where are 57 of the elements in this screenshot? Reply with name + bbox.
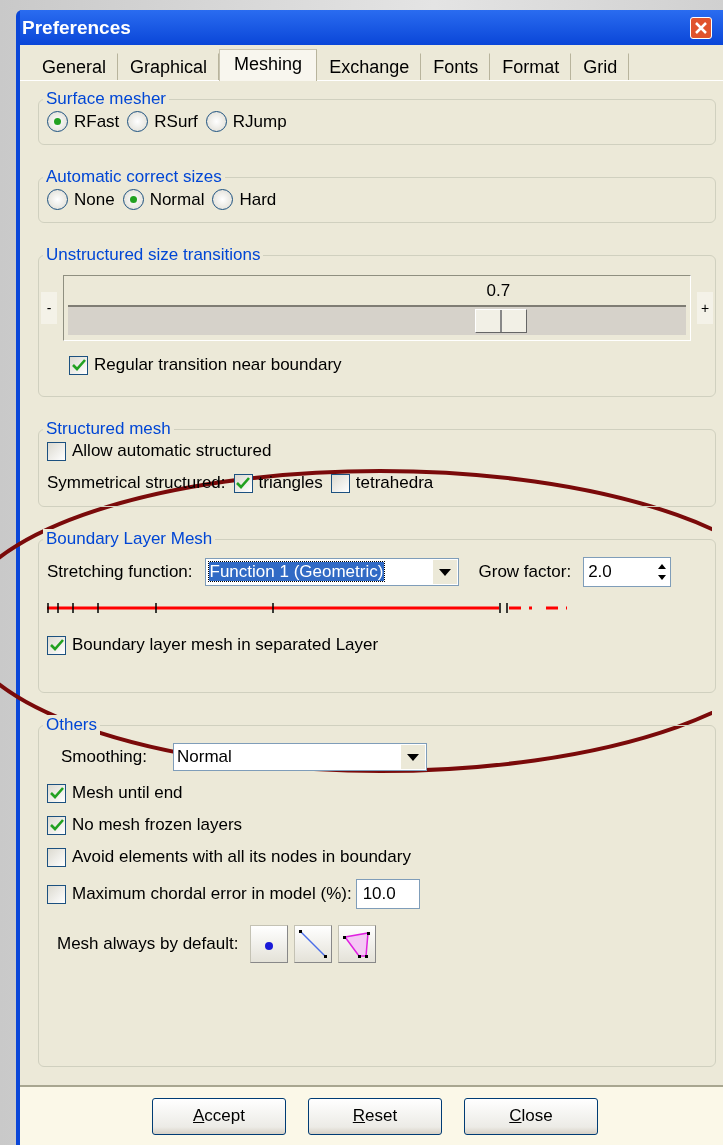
field-label: Mesh always by default: [57,934,239,954]
checkbox[interactable] [233,473,253,493]
radio-button[interactable] [122,189,144,210]
window-title: Preferences [22,16,131,39]
checkbox[interactable] [47,815,66,835]
field-label: Grow factor: [478,562,572,582]
increase-button[interactable]: + [697,292,713,324]
checkbox[interactable] [330,473,350,493]
radio-option[interactable]: Hard [212,189,277,210]
checkbox-option[interactable]: No mesh frozen layers [47,815,243,835]
checkbox[interactable] [47,635,66,655]
checkbox-option[interactable]: Avoid elements with all its nodes in boundary [47,847,411,867]
slider-thumb[interactable] [474,309,527,333]
dialog-button[interactable]: Close [464,1097,598,1135]
radio-option[interactable]: RFast [47,111,120,132]
slider-value: 0.7 [486,281,511,301]
decrease-button[interactable]: - [41,292,57,324]
field-label: Smoothing: [61,747,147,767]
checkbox-option[interactable]: tetrahedra [330,473,434,493]
radio-button[interactable] [47,111,68,132]
radio-button[interactable] [205,111,227,132]
checkbox[interactable] [47,884,66,904]
dropdown-arrow-icon [438,568,451,576]
radio-option[interactable]: None [47,189,115,210]
radio-button[interactable] [47,189,68,210]
checkbox[interactable] [47,783,66,803]
checkbox[interactable] [47,847,66,867]
radio-option[interactable]: RSurf [127,111,198,132]
chordal-error-field[interactable]: 10.0 [355,879,420,909]
radio-option[interactable]: RJump [205,111,287,132]
dropdown-arrow-icon [407,753,419,761]
checkbox-option[interactable]: Allow automatic structured [47,441,272,461]
field-label: Stretching function: [47,562,193,582]
grow-factor-field[interactable]: 2.0 [583,557,672,587]
checkbox[interactable] [69,355,88,375]
checkbox-option[interactable]: Regular transition near boundary [69,355,342,375]
stretching-function-dropdown[interactable]: Function 1 (Geometric) [204,558,459,586]
tab[interactable]: Meshing [219,49,318,81]
surface-icon [342,929,373,959]
checkbox-option[interactable]: Mesh until end [47,783,183,803]
smoothing-dropdown[interactable]: Normal [173,743,427,771]
dialog-button[interactable]: Accept [152,1097,286,1135]
radio-option[interactable]: Normal [122,189,205,210]
line-icon [298,929,329,959]
checkbox-option[interactable]: triangles [233,473,323,493]
radio-button[interactable] [127,111,149,132]
field-label: Symmetrical structured: [47,473,226,493]
radio-button[interactable] [212,189,234,210]
close-icon [695,21,707,34]
group-title: Others [43,715,101,735]
checkbox[interactable] [47,441,66,461]
checkbox-option[interactable]: Boundary layer mesh in separated Layer [47,635,379,655]
checkbox-option[interactable]: Maximum chordal error in model (%): [47,884,352,904]
dialog-button[interactable]: Reset [308,1097,442,1135]
close-button[interactable] [690,16,712,39]
mesh-type-button[interactable] [250,925,289,963]
mesh-type-button[interactable] [338,925,377,963]
